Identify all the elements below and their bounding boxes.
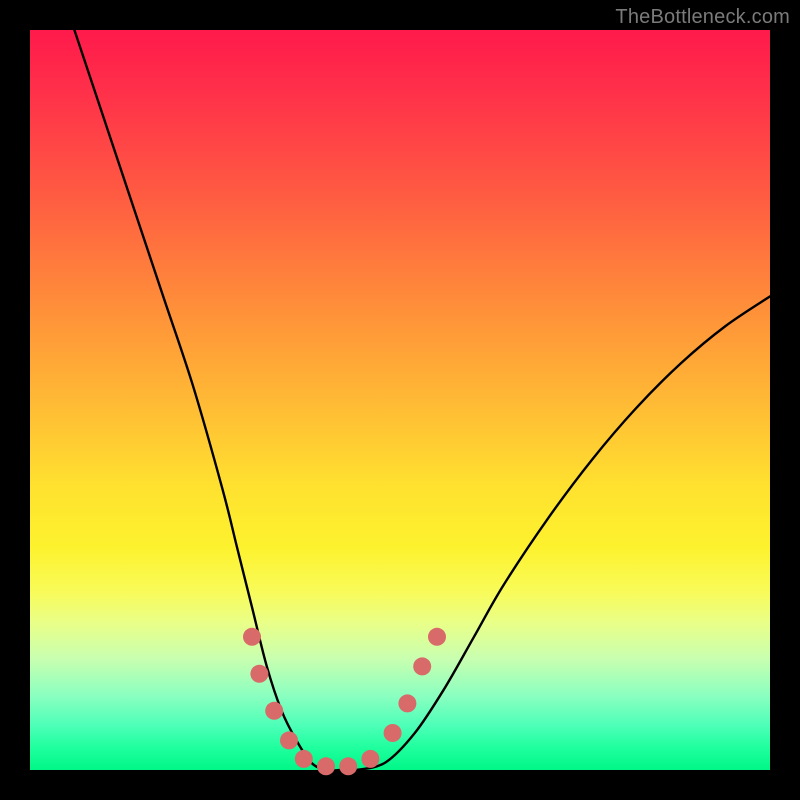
marker-dot (361, 750, 379, 768)
marker-dot (250, 665, 268, 683)
marker-dot (265, 702, 283, 720)
watermark-text: TheBottleneck.com (615, 6, 790, 29)
marker-dot (280, 731, 298, 749)
marker-dot (317, 757, 335, 775)
optimal-range-markers (243, 628, 446, 776)
marker-dot (413, 657, 431, 675)
marker-dot (339, 757, 357, 775)
marker-dot (243, 628, 261, 646)
marker-dot (384, 724, 402, 742)
marker-dot (398, 694, 416, 712)
chart-frame: TheBottleneck.com (0, 0, 800, 800)
plot-area (30, 30, 770, 770)
marker-dot (428, 628, 446, 646)
curve-svg (30, 30, 770, 770)
marker-dot (295, 750, 313, 768)
